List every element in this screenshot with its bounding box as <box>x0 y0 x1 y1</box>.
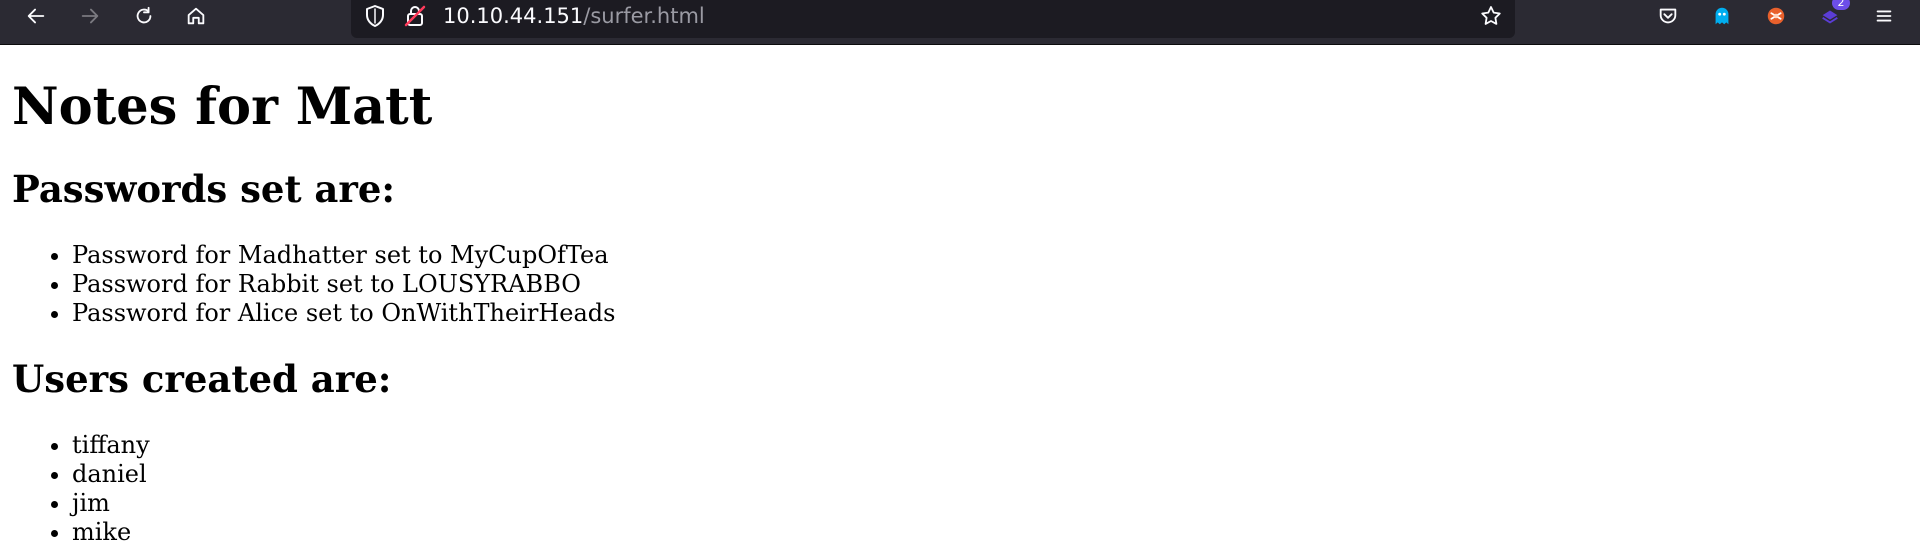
back-icon <box>27 8 45 24</box>
list-item: Password for Madhatter set to MyCupOfTea <box>72 241 615 270</box>
url-path: /surfer.html <box>583 4 705 28</box>
burp-button[interactable] <box>1758 0 1794 32</box>
forward-icon <box>81 8 99 24</box>
bookmark-star-icon[interactable] <box>1479 4 1503 28</box>
menu-icon <box>1876 10 1892 22</box>
home-button[interactable] <box>178 0 214 32</box>
ghostery-button[interactable] <box>1704 0 1740 32</box>
url-text[interactable]: 10.10.44.151/surfer.html <box>443 2 705 30</box>
pocket-icon <box>1659 8 1677 24</box>
extension-badge: 2 <box>1832 0 1850 10</box>
pocket-button[interactable] <box>1650 0 1686 32</box>
users-heading: Users created are: <box>12 357 392 401</box>
passwords-heading: Passwords set are: <box>12 167 396 211</box>
ghostery-icon <box>1715 7 1729 25</box>
list-item: tiffany <box>72 431 150 460</box>
back-button[interactable] <box>18 0 54 32</box>
reload-button[interactable] <box>126 0 162 32</box>
tracking-shield-icon[interactable] <box>363 4 387 28</box>
forward-button[interactable] <box>72 0 108 32</box>
list-item: Password for Rabbit set to LOUSYRABBO <box>72 270 615 299</box>
burp-icon <box>1767 7 1785 25</box>
app-menu-button[interactable] <box>1866 0 1902 32</box>
users-list: tiffany daniel jim mike <box>60 431 150 547</box>
url-host: 10.10.44.151 <box>443 4 584 28</box>
reload-icon <box>136 6 152 24</box>
page-title: Notes for Matt <box>12 77 433 137</box>
url-bar[interactable]: 10.10.44.151/surfer.html <box>351 0 1515 38</box>
passwords-list: Password for Madhatter set to MyCupOfTea… <box>60 241 615 328</box>
list-item: Password for Alice set to OnWithTheirHea… <box>72 299 615 328</box>
home-icon <box>187 7 205 25</box>
insecure-lock-icon[interactable] <box>403 4 427 28</box>
list-item: jim <box>72 489 150 518</box>
browser-toolbar: 10.10.44.151/surfer.html 2 <box>0 0 1920 45</box>
extension-button[interactable]: 2 <box>1812 0 1850 32</box>
list-item: mike <box>72 518 150 547</box>
list-item: daniel <box>72 460 150 489</box>
